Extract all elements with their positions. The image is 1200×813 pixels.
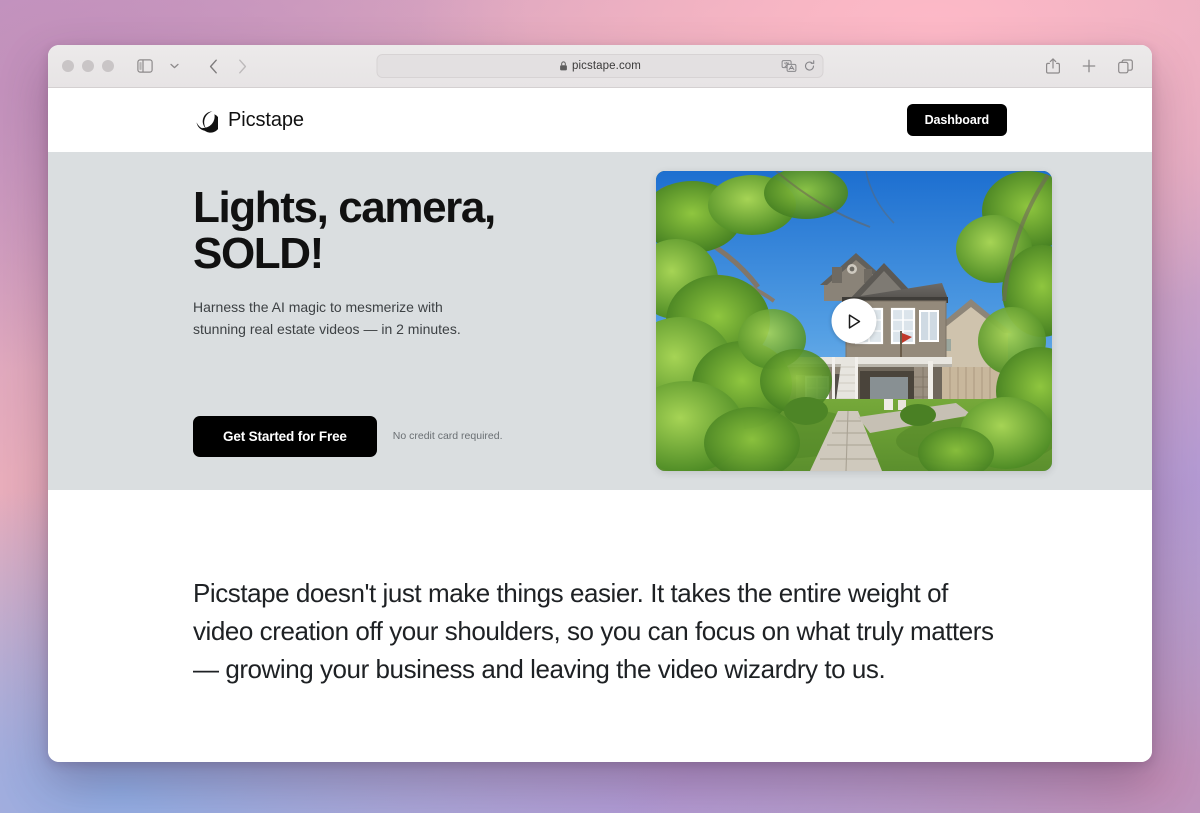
minimize-button[interactable]: [82, 60, 94, 72]
plus-icon[interactable]: [1076, 54, 1102, 78]
tab-overview-icon[interactable]: [1112, 54, 1138, 78]
hero-subtitle: Harness the AI magic to mesmerize with s…: [193, 296, 493, 341]
sidebar-icon[interactable]: [132, 54, 158, 78]
cta-note: No credit card required.: [393, 430, 503, 442]
share-icon[interactable]: [1040, 54, 1066, 78]
hero-section: Lights, camera, SOLD! Harness the AI mag…: [48, 152, 1152, 490]
video-thumbnail[interactable]: [656, 171, 1052, 471]
toolbar-right-actions: [1040, 54, 1138, 78]
back-button[interactable]: [200, 54, 226, 78]
reload-icon[interactable]: [804, 60, 816, 72]
statement-text: Picstape doesn't just make things easier…: [193, 574, 1003, 689]
crescent-moon-logo-icon: [193, 108, 218, 133]
chevron-down-icon[interactable]: [161, 54, 187, 78]
forward-button[interactable]: [229, 54, 255, 78]
address-bar-actions: [782, 60, 816, 72]
statement-section: Picstape doesn't just make things easier…: [48, 490, 1152, 689]
address-bar[interactable]: picstape.com: [377, 54, 824, 78]
hero-media: [656, 171, 1052, 471]
site-header: Picstape Dashboard: [48, 88, 1152, 152]
brand-logo-group[interactable]: Picstape: [193, 108, 304, 133]
maximize-button[interactable]: [102, 60, 114, 72]
hero-subtitle-line-2: stunning real estate videos — in 2 minut…: [193, 321, 461, 337]
navigation-controls: [132, 54, 255, 78]
hero-content: Lights, camera, SOLD! Harness the AI mag…: [193, 185, 613, 457]
cta-row: Get Started for Free No credit card requ…: [193, 416, 613, 457]
url-text: picstape.com: [572, 60, 641, 72]
browser-toolbar: picstape.com: [48, 45, 1152, 88]
brand-name: Picstape: [228, 109, 304, 132]
get-started-button[interactable]: Get Started for Free: [193, 416, 377, 457]
lock-icon: [559, 61, 567, 71]
dashboard-button[interactable]: Dashboard: [907, 104, 1007, 136]
hero-subtitle-line-1: Harness the AI magic to mesmerize with: [193, 299, 443, 315]
play-icon: [847, 313, 862, 329]
window-controls: [62, 60, 114, 72]
close-button[interactable]: [62, 60, 74, 72]
translate-icon[interactable]: [782, 60, 797, 72]
page-viewport: Picstape Dashboard Lights, camera, SOLD!…: [48, 88, 1152, 762]
hero-title: Lights, camera, SOLD!: [193, 185, 613, 277]
browser-window: picstape.com: [48, 45, 1152, 762]
play-button[interactable]: [832, 299, 877, 344]
desktop-wallpaper: picstape.com: [0, 0, 1200, 813]
